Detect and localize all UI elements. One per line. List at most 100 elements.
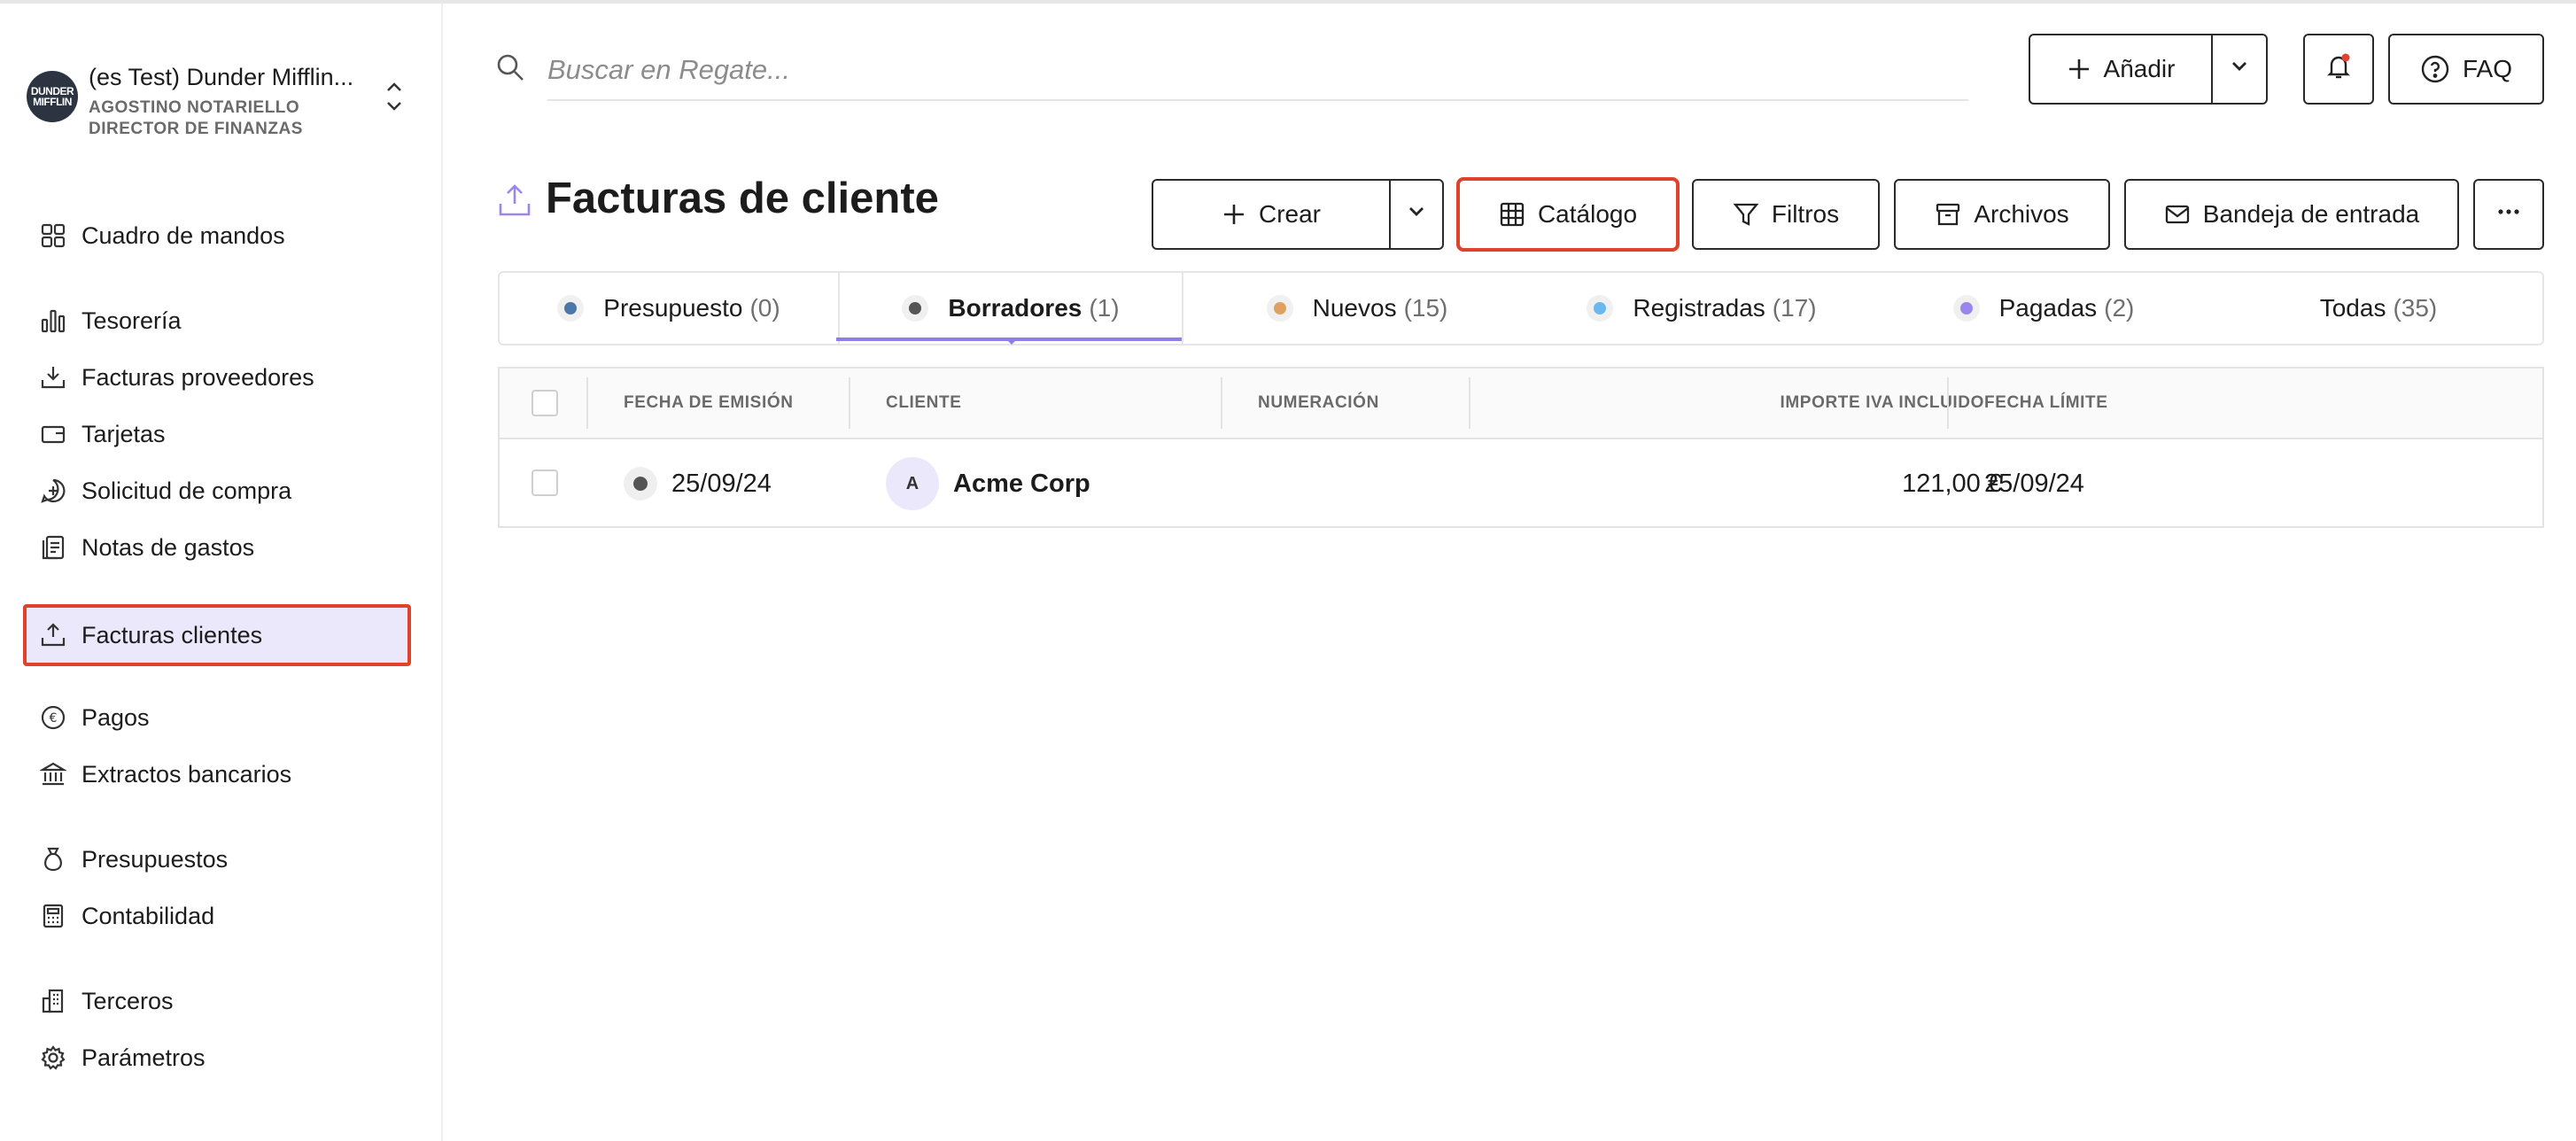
column-header-number[interactable]: NUMERACIÓN <box>1258 369 1379 438</box>
tab-pagadas[interactable]: Pagadas (2) <box>1873 273 2215 344</box>
status-dot-icon <box>1952 295 1980 322</box>
cell-due-date: 25/09/24 <box>1984 469 2084 498</box>
sidebar-item-payments[interactable]: € Pagos <box>23 689 411 746</box>
filters-button[interactable]: Filtros <box>1692 179 1880 250</box>
search-icon <box>494 51 526 83</box>
inbox-button[interactable]: Bandeja de entrada <box>2124 179 2459 250</box>
cell-amount: 121,00 € <box>1902 469 2002 498</box>
filter-icon <box>1733 201 1759 228</box>
bell-icon <box>2324 51 2354 88</box>
tab-label: Nuevos <box>1312 294 1397 322</box>
bar-chart-icon <box>37 305 69 337</box>
active-tab-caret-icon <box>1006 339 1017 345</box>
sidebar-item-label: Tarjetas <box>81 420 166 447</box>
tab-registradas[interactable]: Registradas (17) <box>1531 273 1873 344</box>
add-button-label: Añadir <box>2103 55 2176 82</box>
search-input[interactable] <box>547 41 1968 101</box>
cell-client: A Acme Corp <box>886 439 1090 528</box>
sidebar-item-label: Presupuestos <box>81 845 229 873</box>
status-dot-icon <box>557 295 585 322</box>
sidebar-item-label: Parámetros <box>81 1044 206 1071</box>
column-divider <box>849 377 850 429</box>
sidebar-item-dashboard[interactable]: Cuadro de mandos <box>23 207 411 264</box>
column-divider <box>1221 377 1222 429</box>
table-row[interactable]: 25/09/24 A Acme Corp 121,00 € 25/09/24 <box>500 439 2542 528</box>
sidebar-item-label: Cuadro de mandos <box>81 221 285 249</box>
column-divider <box>1947 377 1949 429</box>
select-all-checkbox[interactable] <box>531 390 558 416</box>
draft-status-icon <box>624 467 657 501</box>
create-button-label: Crear <box>1258 200 1321 228</box>
tab-label: Pagadas <box>1998 294 2098 322</box>
plus-icon <box>2067 57 2091 82</box>
table-header: FECHA DE EMISIÓN CLIENTE NUMERACIÓN IMPO… <box>500 369 2542 439</box>
chevron-down-icon <box>2229 55 2250 83</box>
help-circle-icon <box>2420 54 2450 84</box>
tab-presupuesto[interactable]: Presupuesto (0) <box>500 273 838 344</box>
sidebar-item-label: Notas de gastos <box>81 533 255 561</box>
faq-button[interactable]: FAQ <box>2388 34 2544 105</box>
sidebar-item-budgets[interactable]: Presupuestos <box>23 831 411 888</box>
catalog-button[interactable]: Catálogo <box>1456 177 1680 252</box>
tab-borradores[interactable]: Borradores (1) <box>838 273 1183 344</box>
tab-todas[interactable]: Todas (35) <box>2215 273 2542 344</box>
faq-button-label: FAQ <box>2462 55 2512 82</box>
column-divider <box>586 377 588 429</box>
more-options-button[interactable] <box>2473 179 2544 250</box>
client-name: Acme Corp <box>953 469 1090 498</box>
bank-icon <box>37 758 69 790</box>
column-header-client[interactable]: CLIENTE <box>886 369 961 438</box>
add-dropdown-button[interactable] <box>2213 34 2268 105</box>
column-header-due-date[interactable]: FECHA LÍMITE <box>1984 369 2108 438</box>
grid-icon <box>1499 201 1525 228</box>
building-icon <box>37 985 69 1017</box>
client-avatar: A <box>886 457 939 510</box>
more-horizontal-icon <box>2495 198 2522 231</box>
sidebar-item-settings[interactable]: Parámetros <box>23 1029 411 1086</box>
create-button[interactable]: Crear <box>1152 179 1391 250</box>
column-header-issue-date[interactable]: FECHA DE EMISIÓN <box>624 369 794 438</box>
status-tabs: Presupuesto (0) Borradores (1) Nuevos (1… <box>498 271 2544 345</box>
tab-label: Todas <box>2319 294 2386 322</box>
notifications-button[interactable] <box>2303 34 2374 105</box>
money-bag-icon <box>37 843 69 875</box>
archives-button[interactable]: Archivos <box>1894 179 2110 250</box>
sidebar-item-label: Solicitud de compra <box>81 477 292 504</box>
sidebar-item-cards[interactable]: Tarjetas <box>23 406 411 462</box>
tab-label: Presupuesto <box>603 294 743 322</box>
tab-count: (35) <box>2393 294 2438 322</box>
row-checkbox[interactable] <box>531 470 558 496</box>
archive-icon <box>1935 201 1961 228</box>
issue-date-text: 25/09/24 <box>671 469 772 498</box>
euro-icon: € <box>37 702 69 734</box>
sidebar-item-customer-invoices[interactable]: Facturas clientes <box>23 604 411 666</box>
download-tray-icon <box>37 361 69 393</box>
calculator-icon <box>37 900 69 932</box>
sidebar-item-supplier-invoices[interactable]: Facturas proveedores <box>23 349 411 406</box>
status-dot-icon <box>902 295 929 322</box>
tab-count: (2) <box>2104 294 2135 322</box>
sidebar-item-accounting[interactable]: Contabilidad <box>23 888 411 944</box>
tab-nuevos[interactable]: Nuevos (15) <box>1183 273 1531 344</box>
filters-button-label: Filtros <box>1771 200 1840 228</box>
org-name: (es Test) Dunder Mifflin... <box>89 64 354 90</box>
sidebar-item-expense-notes[interactable]: Notas de gastos <box>23 519 411 576</box>
tab-count: (1) <box>1089 294 1120 322</box>
sidebar: DUNDER MIFFLIN (es Test) Dunder Mifflin.… <box>0 4 443 1141</box>
cell-issue-date: 25/09/24 <box>624 439 772 528</box>
chevron-down-icon <box>1406 200 1427 229</box>
create-dropdown-button[interactable] <box>1391 179 1444 250</box>
invoices-table: FECHA DE EMISIÓN CLIENTE NUMERACIÓN IMPO… <box>498 367 2544 528</box>
sidebar-item-third-parties[interactable]: Terceros <box>23 973 411 1029</box>
org-switcher[interactable]: DUNDER MIFFLIN (es Test) Dunder Mifflin.… <box>27 64 416 144</box>
sidebar-item-bank-statements[interactable]: Extractos bancarios <box>23 746 411 803</box>
page-title: Facturas de cliente <box>546 175 939 222</box>
upload-tray-icon <box>498 182 531 218</box>
add-button[interactable]: Añadir <box>2029 34 2213 105</box>
sidebar-item-treasury[interactable]: Tesorería <box>23 292 411 349</box>
sidebar-item-purchase-request[interactable]: Solicitud de compra <box>23 462 411 519</box>
tab-count: (15) <box>1403 294 1448 322</box>
chevron-up-down-icon[interactable] <box>381 76 407 117</box>
column-header-amount[interactable]: IMPORTE IVA INCLUIDO <box>1470 369 1984 438</box>
tab-label: Borradores <box>948 294 1082 322</box>
